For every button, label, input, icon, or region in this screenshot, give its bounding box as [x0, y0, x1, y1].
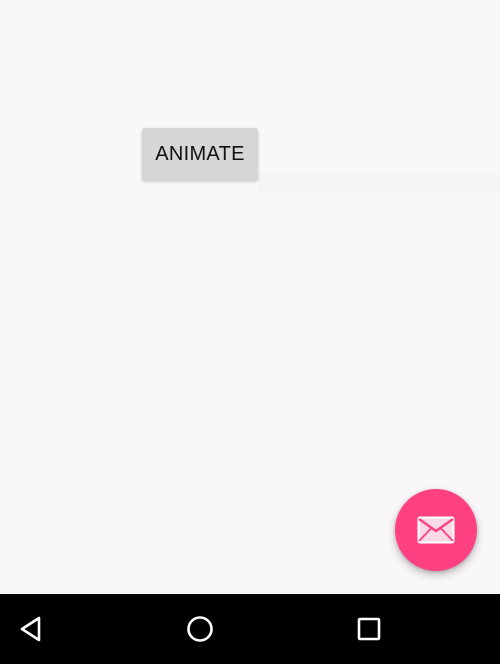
recents-button[interactable] [339, 604, 399, 654]
animate-button[interactable]: ANIMATE [142, 128, 258, 180]
back-button[interactable] [1, 604, 61, 654]
home-button[interactable] [170, 604, 230, 654]
app-screen: ANIMATE [0, 0, 500, 664]
home-icon [187, 616, 213, 642]
recents-icon [357, 617, 381, 641]
background-band [258, 174, 500, 192]
system-navigation-bar [0, 594, 500, 664]
back-icon [20, 616, 41, 642]
floating-action-button[interactable] [395, 489, 477, 571]
main-content: ANIMATE [0, 0, 500, 594]
mail-icon [417, 516, 455, 544]
